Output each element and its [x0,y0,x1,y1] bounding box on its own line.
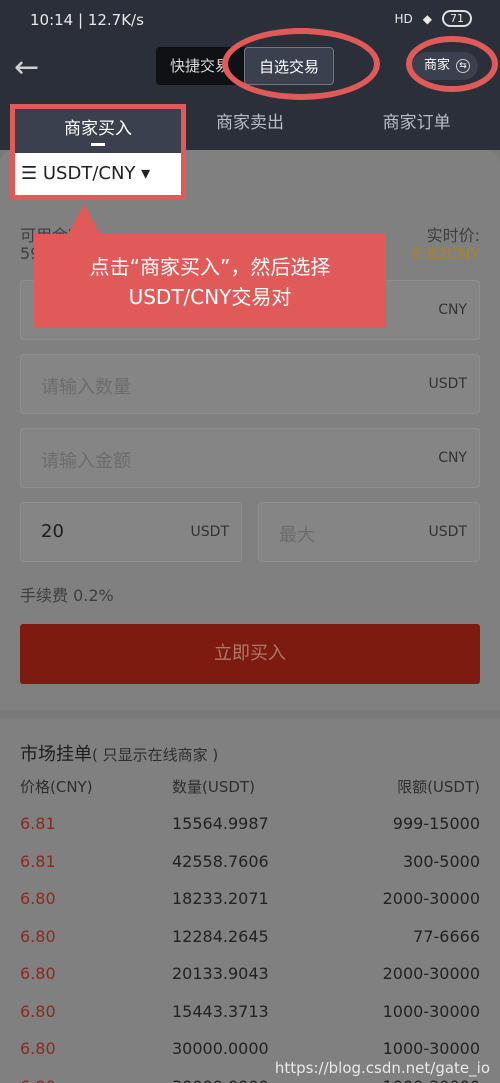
table-row[interactable]: 6.81 15564.9987 999-15000 [20,814,480,850]
tab-merchant-orders[interactable]: 商家订单 [333,100,500,150]
status-icons: HD ◆ 71 [394,10,472,27]
row-quantity: 15564.9987 [172,814,269,833]
row-price: 6.80 [20,889,56,908]
annotation-ring-merchant [406,36,498,92]
row-limit: 2000-30000 [382,964,480,983]
market-listings: 市场挂单( 只显示在线商家 ) 价格(CNY) 数量(USDT) 限额(USDT… [0,718,500,1083]
row-price: 6.80 [20,1001,56,1021]
annotation-highlight: 商家买入 ☰ USDT/CNY ▾ [10,104,186,200]
table-row[interactable]: 6.81 42558.7606 300-5000 [20,852,480,888]
min-limit-value: 20 [41,521,64,542]
status-bar: 10:14 | 12.7K/s HD ◆ 71 [0,0,500,40]
watermark: https://blog.csdn.net/gate_io [274,1059,490,1077]
caret-down-icon: ▾ [141,163,151,184]
annotation-ring-mode [222,28,380,100]
price-input-unit: CNY [438,302,467,318]
table-row[interactable]: 6.80 20133.9043 2000-30000 [20,964,480,1000]
market-subtitle: ( 只显示在线商家 ) [92,746,219,764]
row-limit: 999-15000 [392,814,480,833]
quantity-unit: USDT [428,376,467,392]
table-row[interactable]: 6.80 30000.0000 1000-30000 [20,1077,480,1083]
callout-line-2: USDT/CNY交易对 [128,285,292,309]
amount-input[interactable]: 请输入金额 CNY [20,428,480,488]
max-limit-input[interactable]: 最大 USDT [258,502,480,562]
max-limit-unit: USDT [428,524,467,540]
row-quantity: 18233.2071 [172,889,269,908]
pair-label: USDT/CNY [42,163,136,184]
buy-now-button[interactable]: 立即买入 [20,624,480,684]
list-icon: ☰ [21,163,38,184]
col-price: 价格(CNY) [20,778,93,796]
row-limit: 2000-30000 [382,889,480,908]
row-price: 6.80 [20,1039,56,1058]
row-price: 6.81 [20,851,56,871]
row-price: 6.80 [20,964,56,983]
min-limit-unit: USDT [190,524,229,540]
row-limit: 300-5000 [402,851,480,871]
instruction-callout: 点击“商家买入”，然后选择 USDT/CNY交易对 [34,204,386,328]
callout-line-1: 点击“商家买入”，然后选择 [89,255,331,279]
col-quantity: 数量(USDT) [172,778,255,796]
col-limit: 限额(USDT) [397,778,480,796]
fee-text: 手续费 0.2% [20,586,114,605]
tab-merchant-sell[interactable]: 商家卖出 [167,100,334,150]
row-quantity: 20133.9043 [172,964,269,983]
battery-icon: 71 [442,10,472,27]
row-quantity: 42558.7606 [172,851,269,871]
quantity-input[interactable]: 请输入数量 USDT [20,354,480,414]
highlight-tab-label: 商家买入 [64,119,132,139]
market-title-text: 市场挂单 [20,744,92,765]
row-limit: 1000-30000 [382,1001,480,1021]
amount-placeholder: 请输入金额 [41,451,131,472]
row-limit: 1000-30000 [383,1077,480,1083]
quantity-placeholder: 请输入数量 [41,377,131,398]
row-price: 6.80 [20,926,56,946]
row-quantity: 12284.2645 [172,926,269,946]
status-time: 10:14 | 12.7K/s [30,11,144,29]
table-row[interactable]: 6.80 15443.3713 1000-30000 [20,1002,480,1038]
back-arrow-icon[interactable]: ← [14,50,50,86]
max-limit-placeholder: 最大 [279,525,315,546]
signal-label: HD [394,11,413,26]
table-row[interactable]: 6.80 12284.2645 77-6666 [20,927,480,963]
wifi-icon: ◆ [422,11,432,26]
row-limit: 77-6666 [413,926,480,946]
market-title: 市场挂单( 只显示在线商家 ) [20,740,218,766]
price-value: 6.82CNY [411,244,480,263]
row-quantity: 30000.0000 [172,1077,269,1083]
row-quantity: 30000.0000 [172,1039,269,1058]
row-quantity: 15443.3713 [172,1001,269,1021]
price-label: 实时价: [426,226,480,245]
row-limit: 1000-30000 [382,1039,480,1058]
min-limit-input[interactable]: 20 USDT [20,502,242,562]
tab-indicator [91,143,105,146]
row-price: 6.80 [20,1077,56,1083]
table-row[interactable]: 6.80 18233.2071 2000-30000 [20,889,480,925]
highlight-tab-merchant-buy[interactable]: 商家买入 [15,109,181,153]
pair-selector[interactable]: ☰ USDT/CNY ▾ [15,153,181,195]
row-price: 6.81 [20,814,56,833]
amount-unit: CNY [438,450,467,466]
